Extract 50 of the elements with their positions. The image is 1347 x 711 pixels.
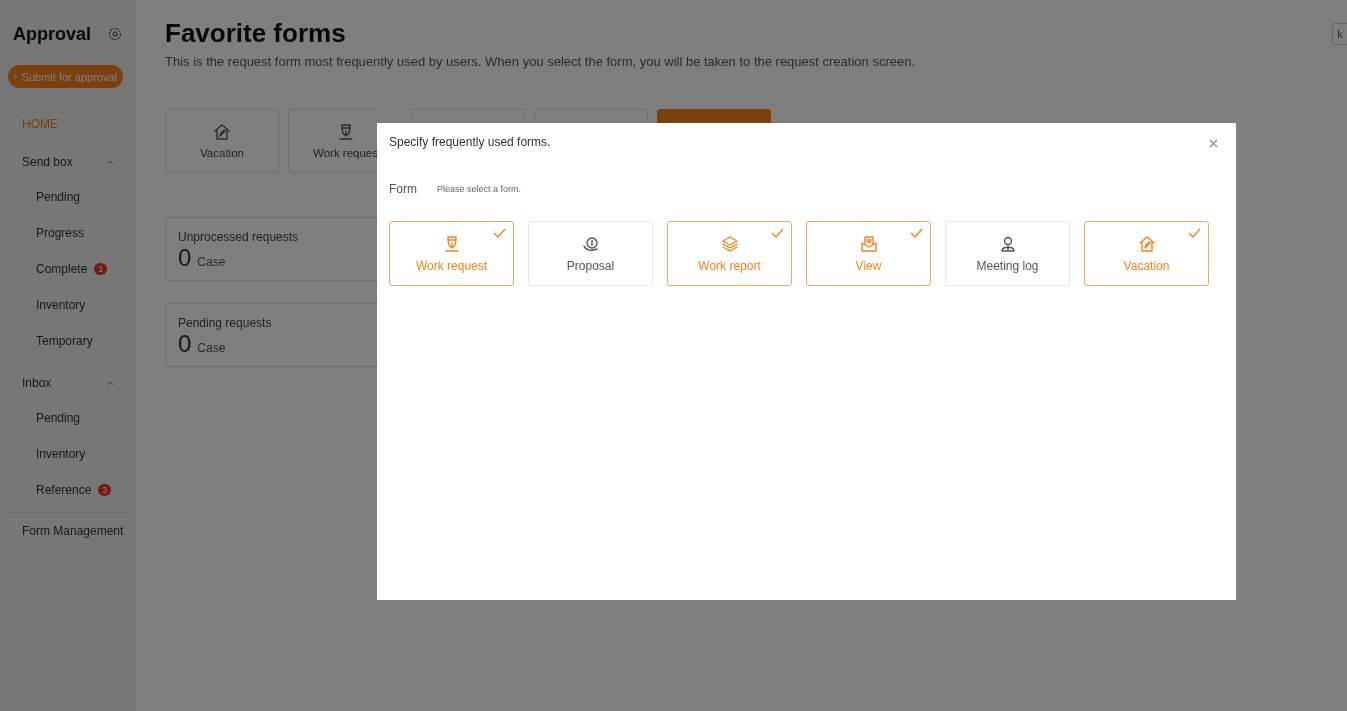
favorite-form-card[interactable]: Work reques (288, 109, 376, 173)
nav-item[interactable]: Inventory (8, 287, 128, 323)
form-option[interactable]: Meeting log (945, 221, 1070, 286)
stat-label: Pending requests (178, 316, 272, 330)
stat-unit: Case (197, 341, 226, 355)
form-option[interactable]: Work report (667, 221, 792, 286)
nav-item[interactable]: Pending (8, 400, 128, 436)
form-option[interactable]: Vacation (1084, 221, 1209, 286)
coin-hand-icon (581, 234, 600, 253)
nav-item[interactable]: Inventory (8, 436, 128, 472)
layers-icon (720, 234, 739, 253)
modal-title: Specify frequently used forms. (389, 135, 551, 149)
app-title: Approval (13, 23, 91, 45)
stat-unit: Case (197, 255, 226, 269)
nav-group-header[interactable]: Send box (8, 143, 128, 179)
nav-group-header[interactable]: Inbox (8, 364, 128, 400)
nav-item[interactable]: Reference 3 (8, 472, 128, 508)
form-option[interactable]: Work request (389, 221, 514, 286)
nav-item[interactable]: Progress (8, 215, 128, 251)
envelope-letter-icon (859, 234, 878, 253)
nav-item[interactable]: Pending (8, 179, 128, 215)
header-button[interactable]: k (1332, 23, 1347, 45)
caret-icon (106, 159, 114, 165)
person-icon (998, 234, 1017, 253)
house-icon (1137, 234, 1156, 253)
pen-nib-icon (336, 123, 355, 141)
nav-item[interactable]: Complete 1 (8, 251, 128, 287)
check-icon (910, 228, 923, 238)
check-icon (493, 228, 506, 238)
nav-item[interactable]: Temporary (8, 323, 128, 359)
form-option[interactable]: Proposal (528, 221, 653, 286)
favorite-form-card[interactable]: Vacation (165, 109, 279, 173)
count-badge: 1 (94, 263, 108, 275)
form-option[interactable]: View (806, 221, 931, 286)
stat-label: Unprocessed requests (178, 230, 299, 244)
caret-icon (106, 380, 114, 386)
stat-count: 0 (178, 244, 192, 272)
check-icon (771, 228, 784, 238)
submit-for-approval-button[interactable]: Submit for approval (8, 65, 123, 88)
pen-nib-icon (442, 234, 461, 253)
stat-count: 0 (178, 330, 192, 358)
nav-link[interactable]: Form Management (8, 513, 128, 549)
page-description: This is the request form most frequently used by users. When you select the form, you will be taken to the request creation screen. (165, 54, 917, 69)
check-icon (1188, 228, 1201, 238)
page-title: Favorite forms (165, 18, 346, 49)
settings-icon[interactable] (108, 27, 122, 41)
house-icon (213, 123, 231, 141)
form-label: Form (389, 182, 417, 196)
close-button[interactable] (1209, 139, 1218, 148)
count-badge: 3 (98, 484, 112, 496)
